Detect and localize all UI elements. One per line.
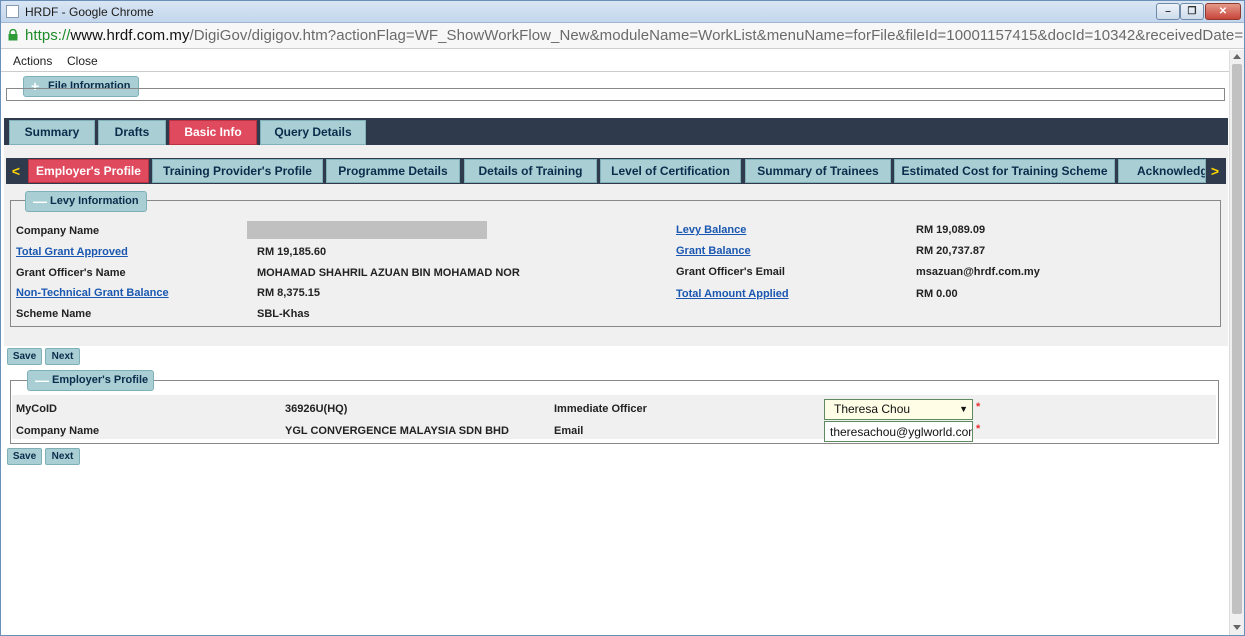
mycoid-value: 36926U(HQ) [285, 403, 348, 415]
tab-basic-info[interactable]: Basic Info [169, 120, 257, 145]
grant-officer-name-value: MOHAMAD SHAHRIL AZUAN BIN MOHAMAD NOR [257, 267, 520, 279]
subtab-details-of-training[interactable]: Details of Training [464, 159, 597, 183]
subtab-training-provider-profile[interactable]: Training Provider's Profile [152, 159, 323, 183]
next-button[interactable]: Next [45, 448, 80, 465]
mycoid-label: MyCoID [16, 403, 57, 415]
employer-profile-body [12, 395, 1216, 439]
levy-balance-link[interactable]: Levy Balance [676, 224, 746, 236]
total-amount-applied-value: RM 0.00 [916, 288, 958, 300]
required-marker: * [976, 423, 981, 435]
maximize-button[interactable]: ❐ [1180, 3, 1204, 20]
levy-balance-value: RM 19,089.09 [916, 224, 986, 236]
company-name-redacted [247, 221, 487, 239]
menu-actions[interactable]: Actions [13, 54, 52, 68]
non-technical-grant-balance-value: RM 8,375.15 [257, 287, 320, 299]
subtab-estimated-cost[interactable]: Estimated Cost for Training Scheme [894, 159, 1115, 183]
scrollbar-thumb[interactable] [1232, 64, 1242, 614]
save-button[interactable]: Save [7, 348, 42, 365]
window-title: HRDF - Google Chrome [25, 5, 154, 19]
address-bar[interactable]: https://www.hrdf.com.my/DigiGov/digigov.… [1, 23, 1244, 49]
levy-information-toggle[interactable]: — Levy Information [25, 191, 147, 212]
total-grant-approved-link[interactable]: Total Grant Approved [16, 246, 128, 258]
scheme-name-value: SBL-Khas [257, 308, 310, 320]
subtab-employers-profile[interactable]: Employer's Profile [28, 159, 149, 183]
subtab-acknowledgement[interactable]: Acknowledg [1118, 159, 1206, 183]
levy-information-label: Levy Information [50, 195, 139, 207]
tab-drafts[interactable]: Drafts [98, 120, 166, 145]
non-technical-grant-balance-link[interactable]: Non-Technical Grant Balance [16, 287, 169, 299]
minus-icon: — [33, 193, 47, 209]
main-tab-strip: Summary Drafts Basic Info Query Details [4, 118, 1228, 145]
url-host: www.hrdf.com.my [70, 27, 190, 44]
tab-query-details[interactable]: Query Details [260, 120, 366, 145]
employer-company-name-value: YGL CONVERGENCE MALAYSIA SDN BHD [285, 425, 509, 437]
tab-summary[interactable]: Summary [9, 120, 95, 145]
page-content: Actions Close + File Information Summary… [1, 50, 1229, 635]
scroll-down-icon[interactable] [1233, 625, 1241, 630]
email-label: Email [554, 425, 584, 437]
browser-window: HRDF - Google Chrome – ❐ ✕ https://www.h… [0, 0, 1245, 636]
scroll-right-icon[interactable]: > [1205, 158, 1225, 184]
page-favicon-icon [6, 5, 19, 18]
url-text[interactable]: https://www.hrdf.com.my/DigiGov/digigov.… [25, 27, 1245, 44]
sub-tab-strip: < Employer's Profile Training Provider's… [6, 158, 1226, 184]
minus-icon: — [35, 372, 49, 388]
url-scheme: https:// [25, 27, 71, 44]
url-path: /DigiGov/digigov.htm?actionFlag=WF_ShowW… [189, 27, 1245, 44]
required-marker: * [976, 401, 981, 413]
menu-close[interactable]: Close [67, 54, 98, 68]
levy-information-panel [10, 200, 1221, 327]
basic-info-panel: < Employer's Profile Training Provider's… [4, 145, 1228, 346]
subtab-level-of-certification[interactable]: Level of Certification [600, 159, 741, 183]
total-grant-approved-value: RM 19,185.60 [257, 246, 327, 258]
close-window-button[interactable]: ✕ [1205, 3, 1241, 20]
subtab-summary-of-trainees[interactable]: Summary of Trainees [745, 159, 891, 183]
immediate-officer-select[interactable]: Theresa Chou ▼ [824, 399, 973, 420]
next-button[interactable]: Next [45, 348, 80, 365]
title-bar: HRDF - Google Chrome – ❐ ✕ [1, 1, 1244, 23]
immediate-officer-value: Theresa Chou [834, 402, 911, 416]
lock-icon [8, 29, 18, 41]
immediate-officer-label: Immediate Officer [554, 403, 647, 415]
employer-profile-toggle[interactable]: — Employer's Profile [27, 370, 154, 391]
scheme-name-label: Scheme Name [16, 308, 92, 320]
subtab-programme-details[interactable]: Programme Details [326, 159, 460, 183]
file-information-panel [6, 88, 1225, 101]
email-field[interactable] [824, 421, 973, 442]
company-name-label: Company Name [16, 225, 100, 237]
scroll-left-icon[interactable]: < [6, 158, 26, 184]
grant-officer-email-value: msazuan@hrdf.com.my [916, 266, 1040, 278]
total-amount-applied-link[interactable]: Total Amount Applied [676, 288, 789, 300]
grant-balance-link[interactable]: Grant Balance [676, 245, 751, 257]
menu-bar: Actions Close [1, 50, 1229, 72]
employer-profile-legend: Employer's Profile [52, 374, 149, 386]
employer-company-name-label: Company Name [16, 425, 100, 437]
grant-balance-value: RM 20,737.87 [916, 245, 986, 257]
chevron-down-icon: ▼ [959, 404, 968, 414]
save-button[interactable]: Save [7, 448, 42, 465]
grant-officer-name-label: Grant Officer's Name [16, 267, 126, 279]
minimize-button[interactable]: – [1156, 3, 1180, 20]
vertical-scrollbar[interactable] [1229, 50, 1244, 635]
grant-officer-email-label: Grant Officer's Email [676, 266, 785, 278]
scroll-up-icon[interactable] [1233, 54, 1241, 59]
